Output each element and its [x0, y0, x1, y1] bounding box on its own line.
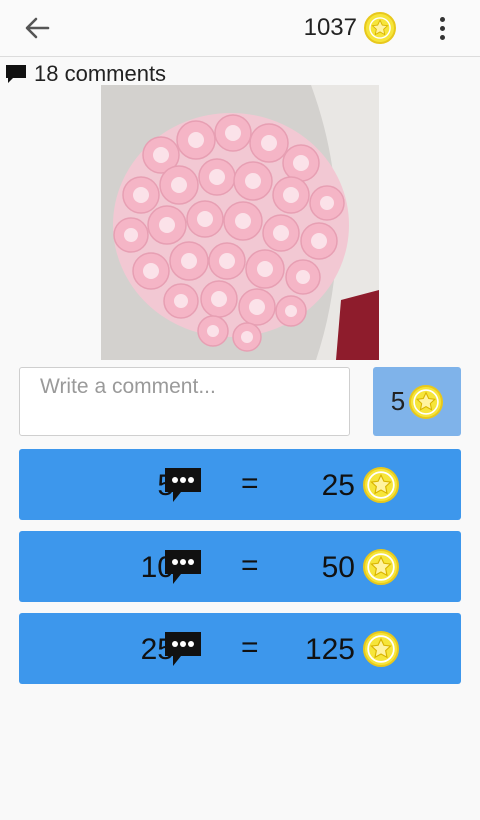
more-options-button[interactable] [428, 12, 456, 44]
comment-input[interactable]: Write a comment... [19, 367, 350, 436]
send-comment-button[interactable]: 5 [373, 367, 461, 436]
send-cost: 5 [390, 386, 406, 416]
package-price: 125 [304, 633, 355, 666]
coin-icon [364, 12, 396, 44]
comment-package-1[interactable]: 5 = 25 [19, 449, 461, 520]
top-bar: 1037 [0, 0, 480, 57]
coin-icon [409, 384, 444, 419]
comments-count[interactable]: 18 comments [4, 60, 166, 88]
package-price: 25 [321, 469, 355, 502]
package-price: 50 [321, 551, 355, 584]
comment-bubble-icon [6, 65, 26, 83]
coin-icon [363, 467, 399, 503]
coin-balance: 1037 [303, 14, 357, 41]
equals-sign: = [241, 549, 259, 582]
coin-icon [363, 631, 399, 667]
comments-count-label: 18 comments [34, 61, 167, 86]
chat-bubble-icon [165, 632, 201, 666]
chat-bubble-icon [165, 550, 201, 584]
equals-sign: = [241, 467, 259, 500]
coin-icon [363, 549, 399, 585]
arrow-left-icon [25, 17, 50, 39]
equals-sign: = [241, 631, 259, 664]
back-button[interactable] [20, 12, 56, 44]
comment-package-3[interactable]: 25 = 125 [19, 613, 461, 684]
post-image [101, 85, 379, 360]
comment-package-2[interactable]: 10 = 50 [19, 531, 461, 602]
chat-bubble-icon [165, 468, 201, 502]
more-vertical-icon [439, 16, 445, 22]
